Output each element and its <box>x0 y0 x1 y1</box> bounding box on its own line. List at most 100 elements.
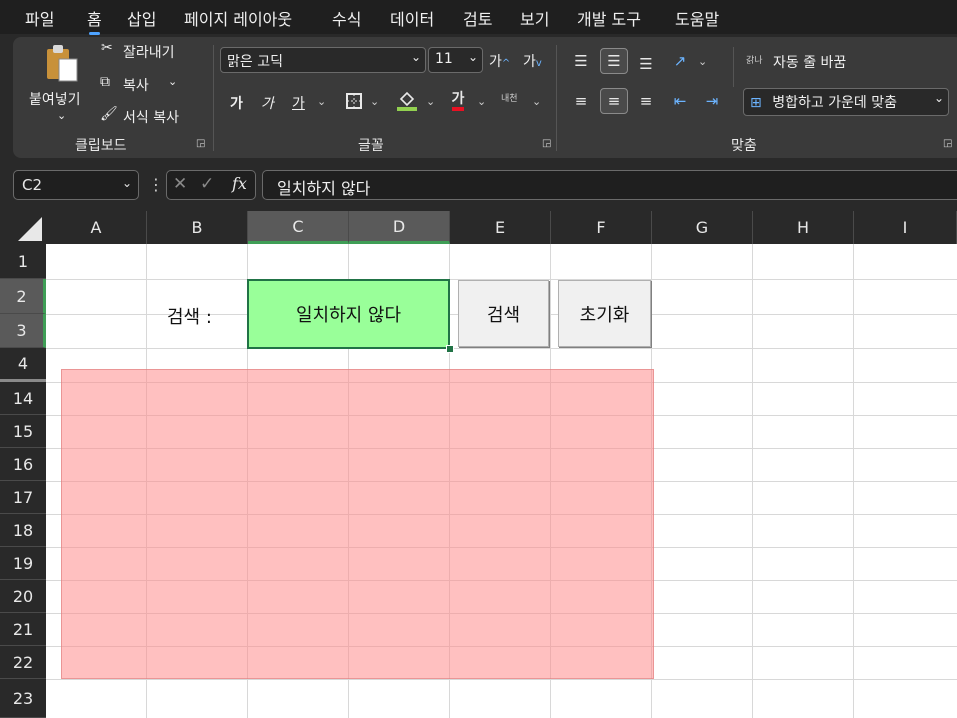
copy-button[interactable]: 복사 <box>123 75 149 95</box>
fill-color-dropdown-chevron-icon[interactable]: ⌄ <box>426 95 435 108</box>
chevron-down-icon: ⌄ <box>467 50 478 64</box>
column-header-f[interactable]: F <box>551 211 652 244</box>
bold-button[interactable]: 가 <box>230 93 243 113</box>
row-header-22[interactable]: 22 <box>0 646 46 679</box>
overlay-shape[interactable] <box>61 369 654 679</box>
search-button[interactable]: 검색 <box>458 280 549 347</box>
menu-page-layout[interactable]: 페이지 레이아웃 <box>184 6 292 30</box>
copy-icon: ⧉ <box>100 74 110 90</box>
font-color-button[interactable]: 가 <box>444 88 472 114</box>
row-header-19[interactable]: 19 <box>0 547 46 580</box>
font-size-combo[interactable]: 11 ⌄ <box>428 47 483 73</box>
column-header-c[interactable]: C <box>248 211 349 244</box>
row-header-3[interactable]: 3 <box>0 314 46 348</box>
paste-dropdown-chevron-icon[interactable]: ⌄ <box>57 109 66 122</box>
reset-button[interactable]: 초기화 <box>558 280 651 347</box>
shrink-font-button[interactable]: 가v <box>523 51 542 71</box>
clipboard-dialog-launcher-icon[interactable]: ◲ <box>196 138 205 149</box>
gridline <box>46 348 957 349</box>
menu-developer[interactable]: 개발 도구 <box>577 6 641 30</box>
align-right-icon: ≡ <box>639 92 653 110</box>
row-header-17[interactable]: 17 <box>0 481 46 514</box>
row-header-20[interactable]: 20 <box>0 580 46 613</box>
align-bottom-icon: ☰ <box>639 55 653 73</box>
font-name-value: 맑은 고딕 <box>227 54 283 70</box>
formula-tools: ✕ ✓ fx <box>166 170 256 200</box>
menu-data[interactable]: 데이터 <box>390 6 434 30</box>
row-header-1[interactable]: 1 <box>0 244 46 279</box>
copy-dropdown-chevron-icon[interactable]: ⌄ <box>168 75 177 88</box>
column-header-g[interactable]: G <box>652 211 753 244</box>
enter-icon[interactable]: ✓ <box>200 174 214 194</box>
ribbon-separator <box>733 47 734 87</box>
worksheet-grid: A B C D E F G H I 1 2 3 4 14 15 16 17 18… <box>0 211 957 718</box>
font-group-label: 글꼴 <box>358 138 384 154</box>
clipboard-group-label: 클립보드 <box>75 138 127 154</box>
row-header-23[interactable]: 23 <box>0 679 46 718</box>
fill-color-button[interactable] <box>393 88 421 114</box>
name-box[interactable]: C2 ⌄ <box>13 170 139 200</box>
increase-indent-button[interactable]: ⇥ <box>698 88 726 114</box>
phonetic-dropdown-chevron-icon[interactable]: ⌄ <box>532 95 541 108</box>
decrease-indent-button[interactable]: ⇤ <box>666 88 694 114</box>
cut-button[interactable]: 잘라내기 <box>123 42 175 62</box>
shrink-font-label: 가 <box>523 54 536 70</box>
menu-review[interactable]: 검토 <box>463 6 492 30</box>
align-right-button[interactable]: ≡ <box>632 88 660 114</box>
paste-button[interactable]: 붙여넣기 ⌄ <box>29 43 89 125</box>
row-header-18[interactable]: 18 <box>0 514 46 547</box>
menu-home[interactable]: 홈 <box>87 6 102 35</box>
align-middle-button[interactable]: ☰ <box>600 48 628 74</box>
menu-formulas[interactable]: 수식 <box>332 6 361 30</box>
underline-button[interactable]: 가 <box>292 93 305 113</box>
format-painter-button[interactable]: 서식 복사 <box>123 107 179 127</box>
borders-dropdown-chevron-icon[interactable]: ⌄ <box>370 95 379 108</box>
align-center-icon: ≡ <box>607 92 621 110</box>
menu-help[interactable]: 도움말 <box>675 6 719 30</box>
more-options-icon[interactable]: ⋮ <box>148 175 164 194</box>
search-input-cell[interactable]: 일치하지 않다 <box>247 279 450 349</box>
font-name-combo[interactable]: 맑은 고딕 ⌄ <box>220 47 426 73</box>
borders-button[interactable] <box>340 88 368 114</box>
underline-dropdown-chevron-icon[interactable]: ⌄ <box>317 95 326 108</box>
row-header-2[interactable]: 2 <box>0 279 46 314</box>
align-middle-icon: ☰ <box>607 52 621 70</box>
merge-center-button[interactable]: ⊞ 병합하고 가운데 맞춤 ⌄ <box>743 88 949 116</box>
align-left-button[interactable]: ≡ <box>567 88 595 114</box>
menu-view[interactable]: 보기 <box>520 6 549 30</box>
row-header-14[interactable]: 14 <box>0 382 46 415</box>
align-center-button[interactable]: ≡ <box>600 88 628 114</box>
select-all-button[interactable] <box>0 211 46 244</box>
phonetic-button[interactable]: 내천 <box>501 91 518 104</box>
formula-input[interactable]: 일치하지 않다 <box>262 170 957 200</box>
merge-center-icon: ⊞ <box>750 95 762 111</box>
column-header-d[interactable]: D <box>349 211 450 244</box>
orientation-button[interactable]: ↗ <box>666 48 694 74</box>
column-header-a[interactable]: A <box>46 211 147 244</box>
row-header-16[interactable]: 16 <box>0 448 46 481</box>
font-color-dropdown-chevron-icon[interactable]: ⌄ <box>477 95 486 108</box>
wrap-text-button[interactable]: 자동 줄 바꿈 <box>773 52 846 72</box>
align-bottom-button[interactable]: ☰ <box>632 51 660 77</box>
row-header-21[interactable]: 21 <box>0 613 46 646</box>
merge-center-label: 병합하고 가운데 맞춤 <box>772 95 898 111</box>
row-header-15[interactable]: 15 <box>0 415 46 448</box>
cancel-icon[interactable]: ✕ <box>173 174 187 194</box>
row-header-4[interactable]: 4 <box>0 348 46 382</box>
italic-button[interactable]: 가 <box>261 93 274 113</box>
insert-function-button[interactable]: fx <box>232 174 247 193</box>
menu-file[interactable]: 파일 <box>25 6 54 30</box>
column-header-b[interactable]: B <box>147 211 248 244</box>
column-header-h[interactable]: H <box>753 211 854 244</box>
fill-handle[interactable] <box>446 345 454 353</box>
font-dialog-launcher-icon[interactable]: ◲ <box>542 138 551 149</box>
wrap-text-icon: 갉나 <box>746 56 763 66</box>
menu-insert[interactable]: 삽입 <box>127 6 156 30</box>
align-top-button[interactable]: ☰ <box>567 48 595 74</box>
orientation-dropdown-chevron-icon[interactable]: ⌄ <box>698 55 707 68</box>
alignment-dialog-launcher-icon[interactable]: ◲ <box>943 138 952 149</box>
grow-font-button[interactable]: 가^ <box>489 51 510 71</box>
column-header-i[interactable]: I <box>854 211 957 244</box>
caret-up-icon: ^ <box>501 58 511 69</box>
column-header-e[interactable]: E <box>450 211 551 244</box>
